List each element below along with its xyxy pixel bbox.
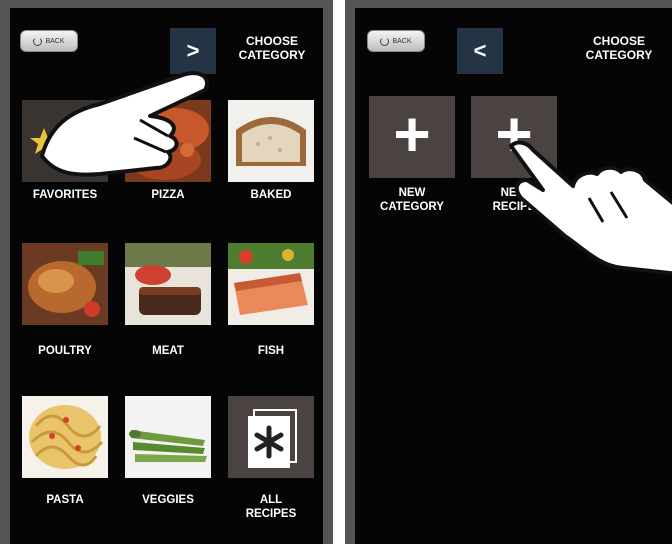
label-line-1: NEW (398, 187, 426, 199)
category-label: PIZZA (151, 189, 185, 201)
title-line-1: CHOOSE (592, 34, 645, 48)
next-button[interactable]: > (170, 28, 216, 74)
category-tile-baked[interactable] (228, 100, 314, 182)
chicken-photo (22, 243, 108, 325)
category-tile-poultry[interactable] (22, 243, 108, 325)
new-category-label: NEW CATEGORY (362, 186, 462, 214)
salmon-photo (228, 243, 314, 325)
star-icon (22, 100, 108, 182)
previous-button[interactable]: < (457, 28, 503, 74)
category-label: ALL RECIPES (221, 493, 321, 521)
page-title: CHOOSE CATEGORY (232, 34, 312, 62)
plus-icon: + (393, 98, 431, 170)
new-item-screen: BACK < CHOOSE CATEGORY + + NEW CATEGORY … (345, 0, 672, 544)
category-label: PASTA (46, 494, 84, 506)
label-line-2: RECIPE (492, 201, 536, 213)
back-arrow-icon (33, 36, 43, 46)
category-label-line-2: RECIPES (245, 508, 297, 520)
bread-photo (228, 100, 314, 182)
category-tile-pizza[interactable] (125, 100, 211, 182)
category-label: BAKED (250, 189, 292, 201)
back-label: BACK (45, 37, 65, 45)
pasta-photo (22, 396, 108, 478)
category-label: FISH (257, 345, 285, 357)
category-screen: BACK > CHOOSE CATEGORY FAVORITES PIZZA B… (0, 0, 333, 544)
category-label: FAVORITES (32, 189, 98, 201)
chevron-left-icon: < (473, 38, 487, 63)
new-recipe-label: NEW RECIPE (464, 186, 564, 214)
new-category-button[interactable]: + (369, 96, 455, 178)
back-label: BACK (392, 37, 412, 45)
back-button[interactable]: BACK (367, 30, 425, 52)
new-recipe-button[interactable]: + (471, 96, 557, 178)
category-tile-all-recipes[interactable] (228, 396, 314, 478)
asparagus-photo (125, 396, 211, 478)
category-tile-meat[interactable] (125, 243, 211, 325)
category-label: MEAT (152, 345, 184, 357)
label-line-1: NEW (500, 187, 528, 199)
steak-photo (125, 243, 211, 325)
category-tile-veggies[interactable] (125, 396, 211, 478)
category-label: POULTRY (38, 345, 92, 357)
category-tile-favorites[interactable] (22, 100, 108, 182)
category-tile-pasta[interactable] (22, 396, 108, 478)
label-line-2: CATEGORY (380, 201, 444, 213)
back-arrow-icon (380, 36, 390, 46)
title-line-2: CATEGORY (238, 48, 306, 62)
back-button[interactable]: BACK (20, 30, 78, 52)
title-line-2: CATEGORY (585, 48, 653, 62)
asterisk-icon (248, 409, 297, 468)
title-line-1: CHOOSE (245, 34, 298, 48)
page-title: CHOOSE CATEGORY (579, 34, 659, 62)
category-label-line-1: ALL (259, 494, 283, 506)
plus-icon: + (495, 98, 533, 170)
category-tile-fish[interactable] (228, 243, 314, 325)
category-label: VEGGIES (142, 494, 194, 506)
chevron-right-icon: > (186, 38, 200, 63)
pizza-photo (125, 100, 211, 182)
